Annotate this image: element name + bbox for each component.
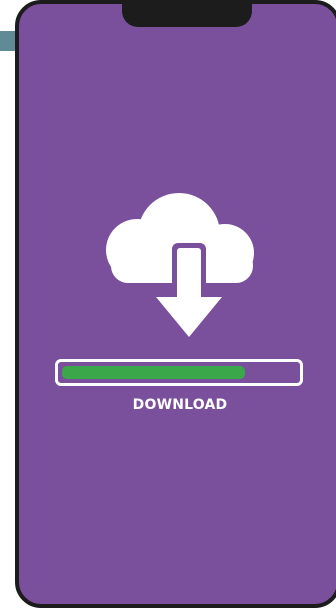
download-label: DOWNLOAD bbox=[132, 397, 228, 413]
progress-fill bbox=[62, 366, 245, 379]
phone-notch bbox=[122, 4, 252, 27]
cloud-download-icon bbox=[94, 190, 270, 340]
phone-frame: DOWNLOAD bbox=[15, 0, 336, 608]
download-progress-bar bbox=[55, 359, 303, 386]
illustration: DOWNLOAD bbox=[0, 0, 336, 611]
